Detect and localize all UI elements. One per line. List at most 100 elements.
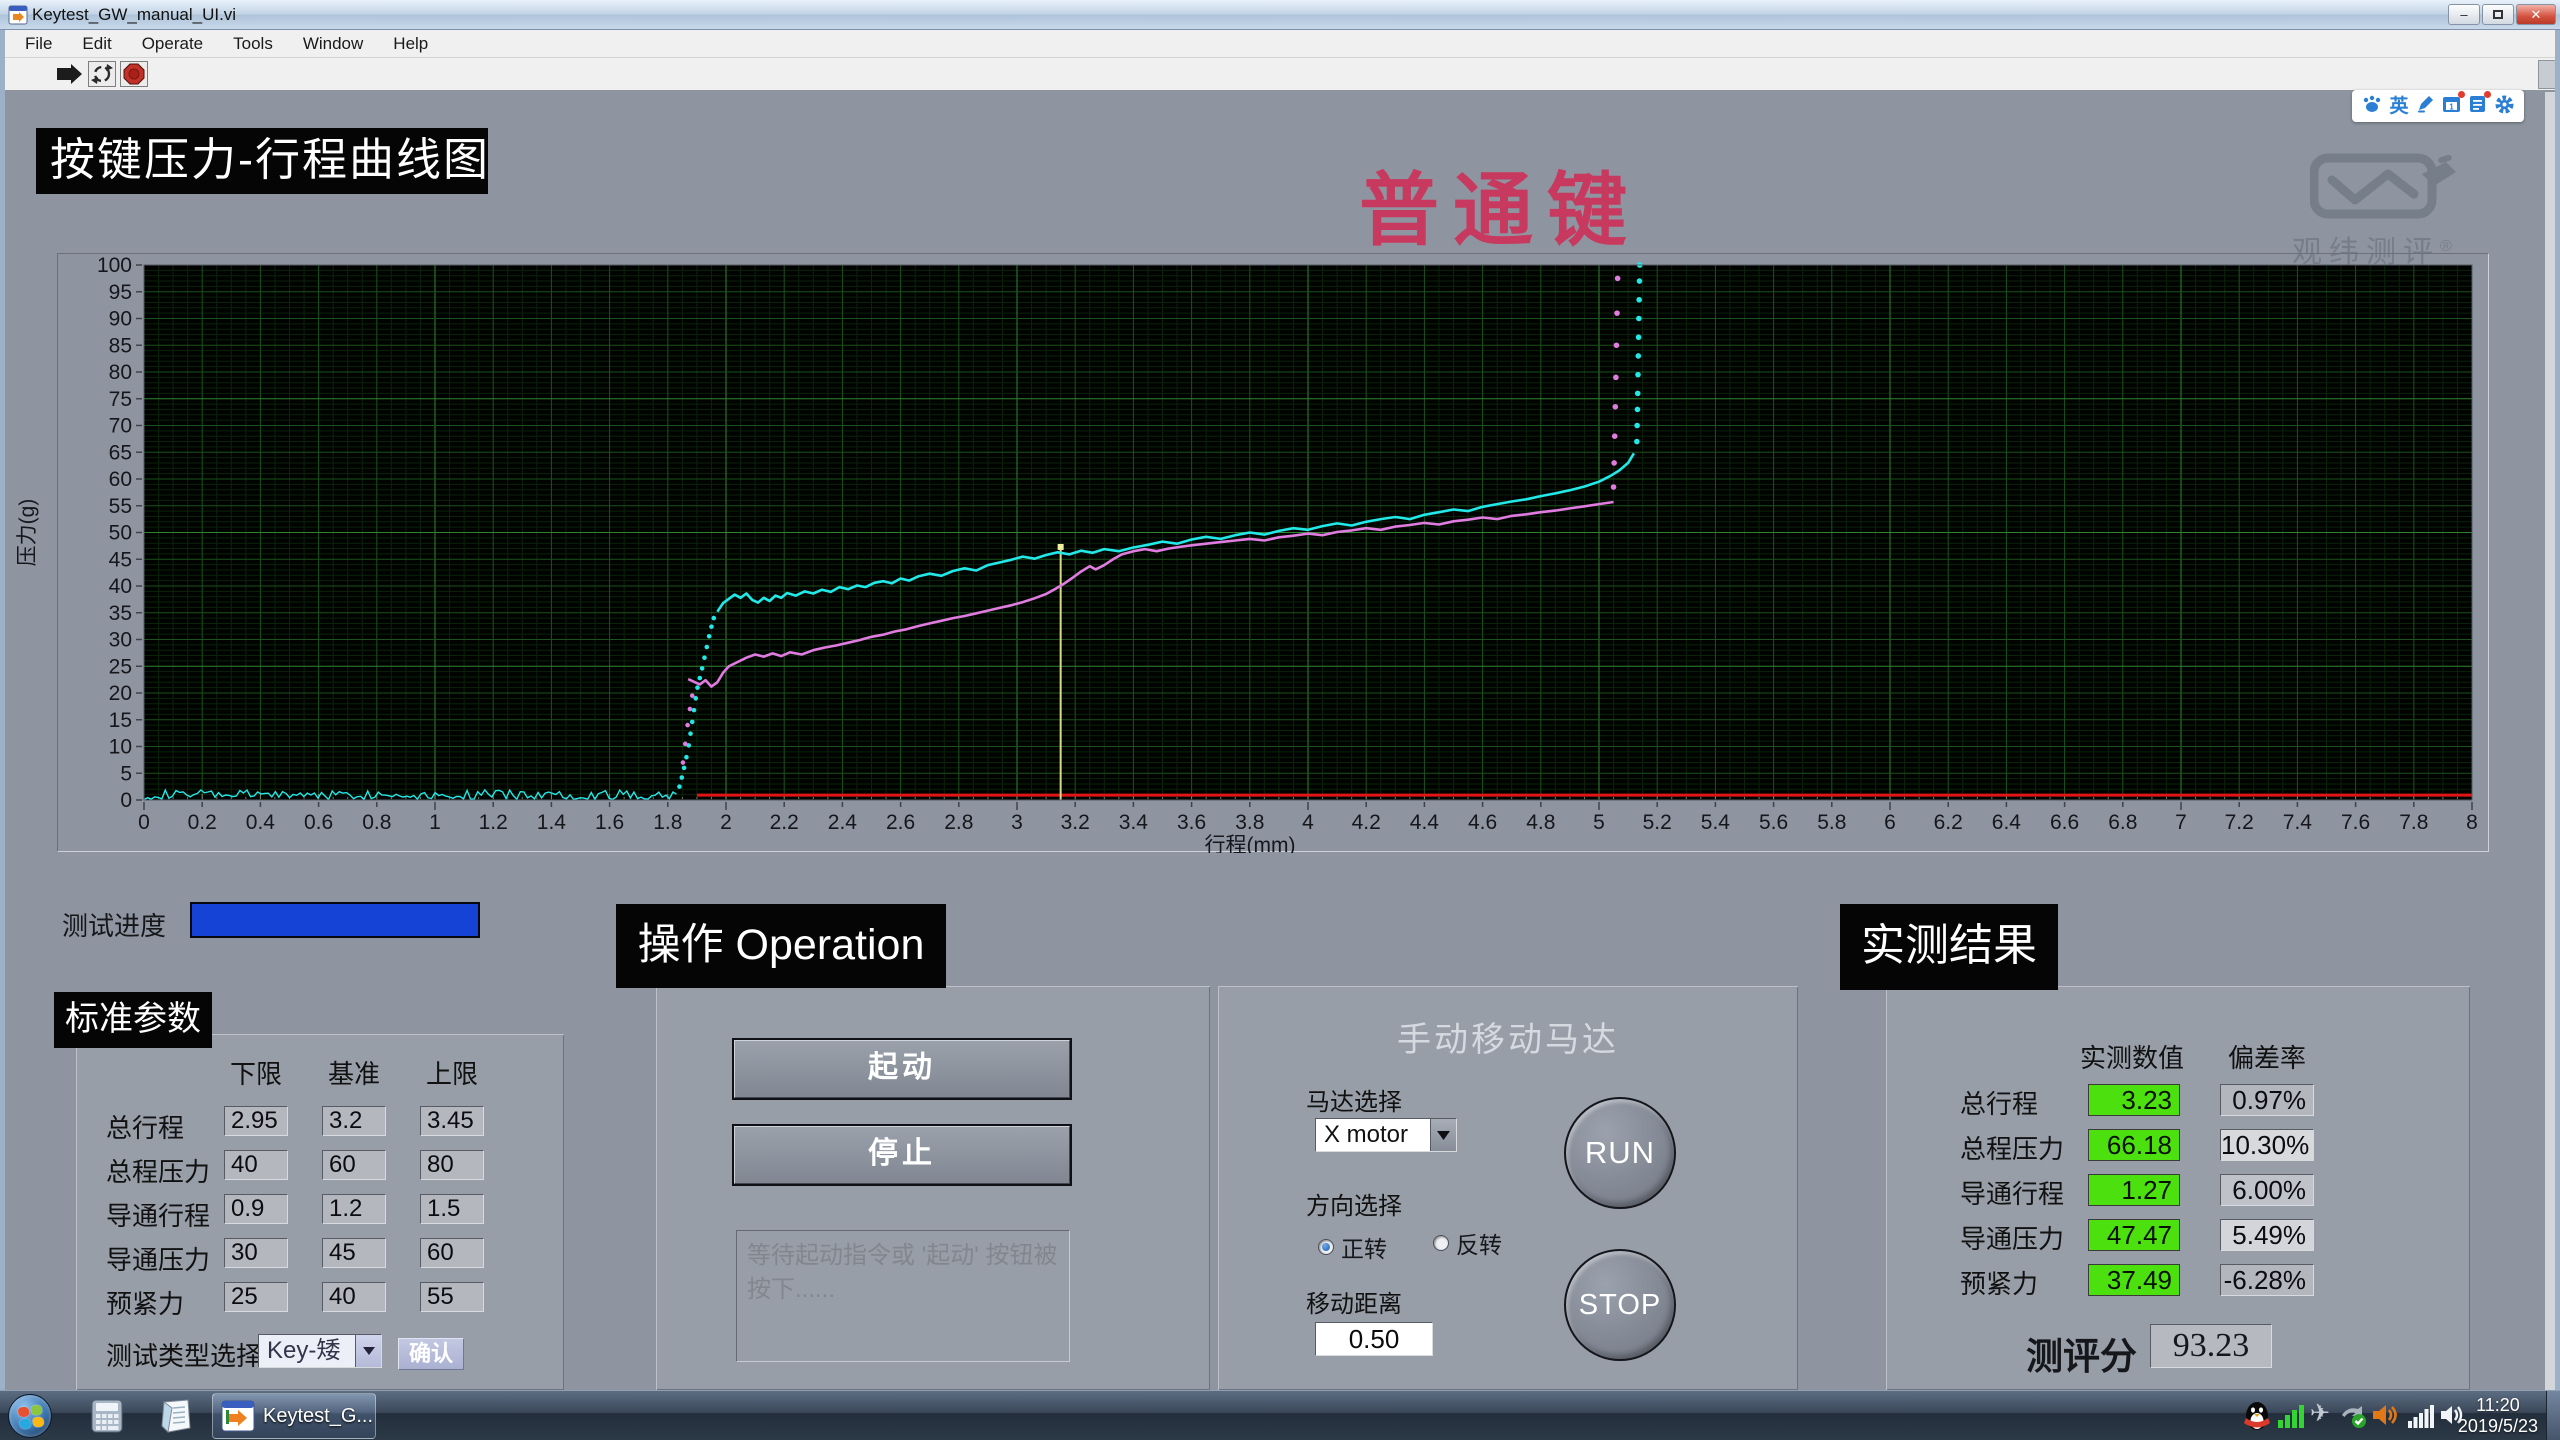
signal-white-icon[interactable] <box>2408 1404 2434 1428</box>
direction-select-label: 方向选择 <box>1306 1186 1402 1221</box>
result-row-label: 导通压力 <box>1960 1219 2064 1256</box>
svg-text:压力(g): 压力(g) <box>16 499 39 567</box>
motor-select-dropdown[interactable]: X motor <box>1315 1118 1457 1152</box>
notification-dot <box>2458 91 2465 98</box>
param-input[interactable]: 45 <box>322 1238 386 1268</box>
calculator-icon[interactable] <box>90 1399 124 1433</box>
param-input[interactable]: 40 <box>322 1282 386 1312</box>
run-arrow-icon[interactable] <box>55 61 83 87</box>
airplane-icon[interactable]: ✈ <box>2310 1399 2330 1428</box>
pressure-travel-chart[interactable]: 00.20.40.60.811.21.41.61.822.22.42.62.83… <box>0 253 2540 853</box>
param-input[interactable]: 2.95 <box>224 1106 288 1136</box>
run-button[interactable]: RUN <box>1564 1097 1676 1209</box>
ime-toolbar: 英 1 <box>2352 90 2524 122</box>
menu-bar: FileEditOperateToolsWindowHelp <box>0 30 2560 58</box>
sync-ok-icon[interactable] <box>2340 1403 2368 1429</box>
menu-edit[interactable]: Edit <box>67 30 126 57</box>
param-input[interactable]: 25 <box>224 1282 288 1312</box>
param-input[interactable]: 80 <box>420 1150 484 1180</box>
taskbar: Keytest_G... ✈ 11:20 2019/5/23 <box>0 1390 2560 1440</box>
svg-text:1.8: 1.8 <box>653 811 682 834</box>
test-type-label: 测试类型选择 <box>106 1336 262 1373</box>
taskbar-item-label: Keytest_G... <box>263 1405 373 1428</box>
abort-icon[interactable] <box>120 61 148 87</box>
calendar-icon[interactable]: 1 <box>2442 95 2461 117</box>
param-row-label: 导通行程 <box>106 1196 210 1233</box>
minimize-icon: – <box>2460 7 2467 22</box>
param-input[interactable]: 40 <box>224 1150 288 1180</box>
svg-text:75: 75 <box>109 388 132 411</box>
sogou-paw-icon[interactable] <box>2362 95 2382 117</box>
status-textbox[interactable]: 等待起动指令或 '起动' 按钮被按下...... <box>736 1230 1070 1362</box>
chinese-english-toggle-icon[interactable]: 英 <box>2389 97 2408 116</box>
param-row-label: 预紧力 <box>106 1284 184 1321</box>
confirm-button[interactable]: 确认 <box>398 1338 464 1370</box>
svg-text:25: 25 <box>109 655 132 678</box>
direction-radio-group: 正转反转 <box>1318 1226 1678 1252</box>
param-input[interactable]: 30 <box>224 1238 288 1268</box>
move-distance-input[interactable]: 0.50 <box>1315 1322 1433 1356</box>
pen-icon[interactable] <box>2416 95 2434 117</box>
motor-select-value: X motor <box>1316 1119 1430 1151</box>
result-value: 47.47 <box>2088 1219 2180 1251</box>
run-continuous-icon[interactable] <box>88 61 116 87</box>
param-input[interactable]: 55 <box>420 1282 484 1312</box>
page-title: 按键压力-行程曲线图 <box>36 128 488 194</box>
param-input[interactable]: 3.2 <box>322 1106 386 1136</box>
svg-text:5.8: 5.8 <box>1817 811 1846 834</box>
svg-text:2.4: 2.4 <box>828 811 858 834</box>
radio-icon[interactable] <box>1318 1239 1334 1255</box>
svg-text:35: 35 <box>109 602 132 625</box>
maximize-button[interactable] <box>2482 4 2514 25</box>
result-row-label: 总程压力 <box>1960 1129 2064 1166</box>
svg-text:3.6: 3.6 <box>1177 811 1206 834</box>
param-col-header: 上限 <box>420 1054 484 1091</box>
svg-text:0: 0 <box>120 789 132 812</box>
start-button-orb[interactable] <box>8 1394 52 1438</box>
param-input[interactable]: 3.45 <box>420 1106 484 1136</box>
show-desktop-button[interactable] <box>2546 1391 2560 1440</box>
test-type-dropdown[interactable]: Key-矮 <box>258 1334 382 1368</box>
chevron-down-icon[interactable] <box>355 1335 381 1367</box>
result-deviation: -6.28% <box>2220 1264 2314 1296</box>
volume-orange-icon[interactable] <box>2372 1402 2402 1428</box>
start-button[interactable]: 起动 <box>734 1040 1070 1098</box>
chevron-down-icon[interactable] <box>1430 1119 1456 1151</box>
param-input[interactable]: 0.9 <box>224 1194 288 1224</box>
direction-radio-forward[interactable]: 正转 <box>1318 1230 1387 1264</box>
notes-icon[interactable] <box>2468 95 2487 117</box>
param-input[interactable]: 1.2 <box>322 1194 386 1224</box>
menu-window[interactable]: Window <box>288 30 378 57</box>
menu-file[interactable]: File <box>10 30 67 57</box>
svg-text:7.8: 7.8 <box>2399 811 2428 834</box>
direction-radio-reverse[interactable]: 反转 <box>1433 1226 1502 1260</box>
notepad-icon[interactable] <box>158 1398 194 1434</box>
param-input[interactable]: 60 <box>420 1238 484 1268</box>
minimize-button[interactable]: – <box>2448 4 2480 25</box>
menu-help[interactable]: Help <box>378 30 443 57</box>
menu-operate[interactable]: Operate <box>127 30 218 57</box>
svg-text:行程(mm): 行程(mm) <box>1205 834 1296 853</box>
param-input[interactable]: 60 <box>322 1150 386 1180</box>
close-button[interactable]: ✕ <box>2516 4 2556 25</box>
motor-stop-button[interactable]: STOP <box>1564 1249 1676 1361</box>
svg-text:90: 90 <box>109 308 132 331</box>
svg-text:0: 0 <box>138 811 150 834</box>
results-header: 实测结果 <box>1840 904 2058 990</box>
taskbar-clock[interactable]: 11:20 2019/5/23 <box>2458 1395 2538 1437</box>
param-input[interactable]: 1.5 <box>420 1194 484 1224</box>
taskbar-item-keytest[interactable]: Keytest_G... <box>212 1393 376 1439</box>
signal-green-icon[interactable] <box>2278 1404 2306 1428</box>
svg-text:3.4: 3.4 <box>1119 811 1149 834</box>
svg-text:80: 80 <box>109 361 132 384</box>
result-value: 1.27 <box>2088 1174 2180 1206</box>
svg-text:1: 1 <box>429 811 441 834</box>
standard-params-header: 标准参数 <box>54 992 212 1048</box>
qq-icon[interactable] <box>2242 1400 2272 1432</box>
svg-text:1: 1 <box>2449 103 2454 112</box>
svg-text:4.2: 4.2 <box>1352 811 1381 834</box>
radio-icon[interactable] <box>1433 1235 1449 1251</box>
menu-tools[interactable]: Tools <box>218 30 288 57</box>
stop-button[interactable]: 停止 <box>734 1126 1070 1184</box>
gear-icon[interactable] <box>2495 95 2514 118</box>
